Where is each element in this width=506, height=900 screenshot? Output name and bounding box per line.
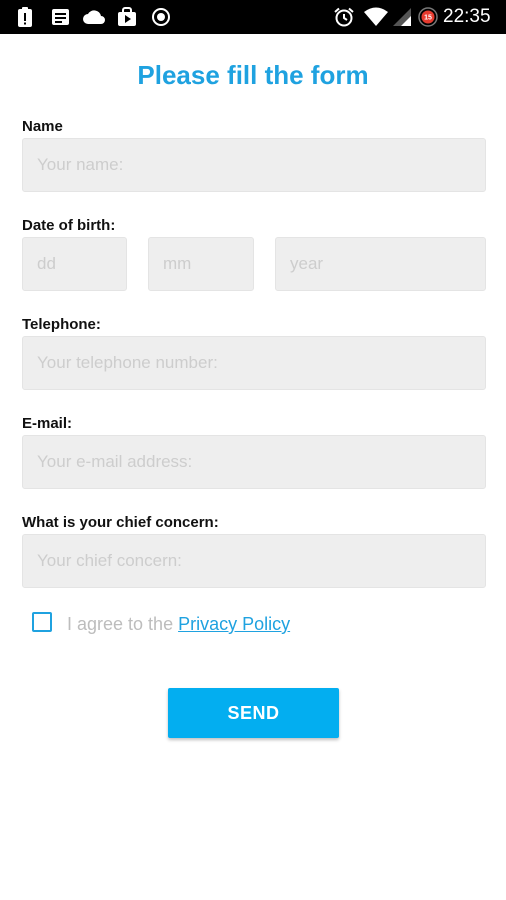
concern-label: What is your chief concern:: [22, 514, 219, 531]
email-label: E-mail:: [22, 415, 73, 432]
concern-input[interactable]: [22, 534, 486, 588]
cell-signal-icon: [393, 8, 411, 26]
battery-level-text: 15: [424, 15, 432, 22]
page-title: Please fill the form: [137, 60, 369, 90]
agree-label: I agree to the: [67, 614, 179, 634]
dob-year-input[interactable]: [275, 237, 486, 291]
dob-label: Date of birth:: [22, 217, 116, 234]
privacy-checkbox[interactable]: [32, 612, 52, 632]
send-button[interactable]: SEND: [168, 688, 339, 738]
name-input[interactable]: [22, 138, 486, 192]
play-store-icon: [118, 7, 136, 26]
telephone-input[interactable]: [22, 336, 486, 390]
record-icon: [152, 8, 170, 26]
agree-text-row: I agree to the Privacy Policy: [67, 613, 290, 635]
name-label: Name: [22, 118, 63, 135]
alert-icon: [18, 7, 32, 27]
status-bar: 15 22:35: [0, 0, 506, 34]
status-time: 22:35: [443, 6, 491, 27]
email-input[interactable]: [22, 435, 486, 489]
wifi-icon: [364, 7, 388, 26]
telephone-label: Telephone:: [22, 316, 101, 333]
privacy-policy-link[interactable]: Privacy Policy: [178, 614, 290, 634]
dob-month-input[interactable]: [148, 237, 254, 291]
alarm-icon: [334, 7, 354, 27]
cloud-icon: [83, 10, 105, 24]
dob-day-input[interactable]: [22, 237, 127, 291]
battery-saver-icon: 15: [418, 7, 438, 27]
notes-icon: [52, 9, 69, 25]
